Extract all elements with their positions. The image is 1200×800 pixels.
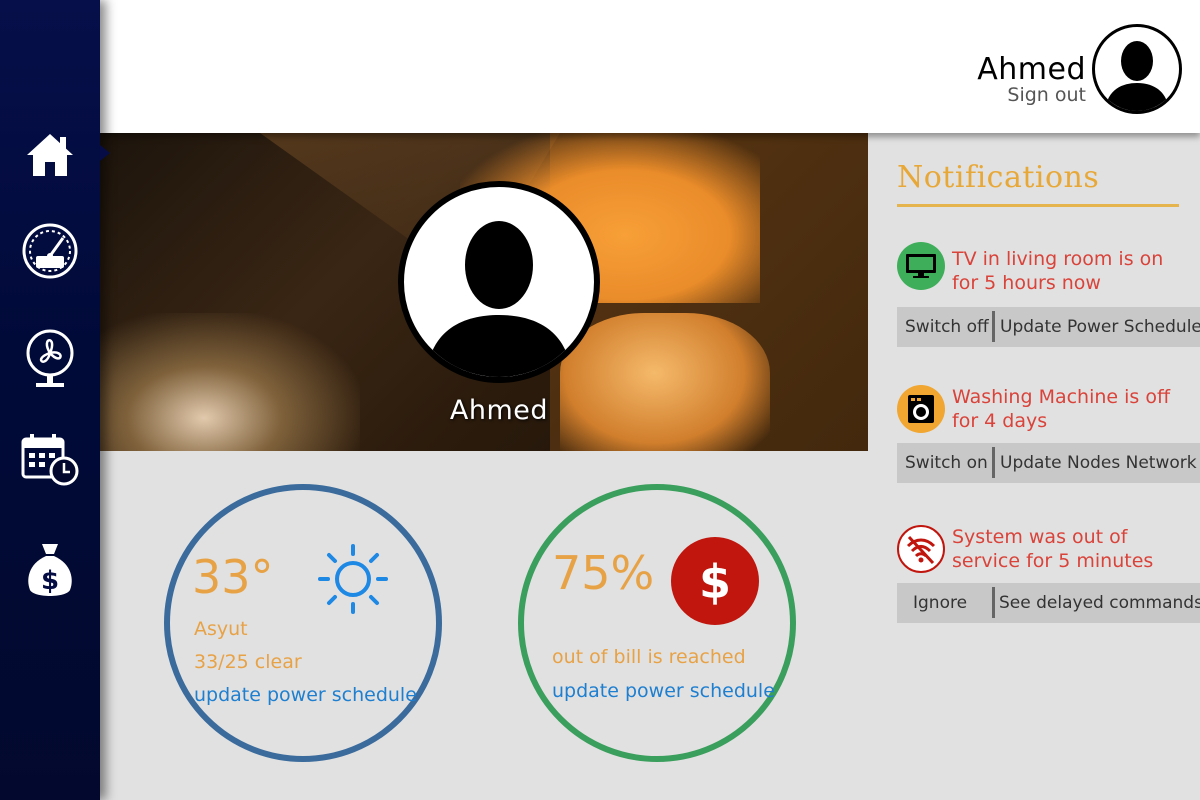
- meter-icon: [22, 223, 78, 279]
- notification-actions: Switch off Update Power Schedule: [897, 307, 1200, 347]
- bill-widget: 75% $ out of bill is reached update powe…: [518, 484, 796, 762]
- weather-update-schedule-link[interactable]: update power schedule: [194, 684, 417, 706]
- notifications-divider: [897, 204, 1179, 207]
- header-user-name: Ahmed: [977, 52, 1086, 87]
- svg-text:$: $: [41, 566, 59, 596]
- svg-text:$: $: [699, 555, 731, 609]
- sidebar: $: [0, 0, 110, 800]
- weather-temperature: 33°: [192, 550, 274, 604]
- fan-icon: [26, 329, 74, 387]
- header-avatar[interactable]: [1092, 24, 1182, 114]
- notification-text: System was out of service for 5 minutes: [952, 526, 1154, 572]
- notification-icon-badge: [897, 242, 945, 290]
- sidebar-item-fan[interactable]: [0, 324, 100, 394]
- user-silhouette-icon: [426, 221, 572, 377]
- top-header: Ahmed Sign out: [100, 0, 1200, 133]
- update-nodes-network-button[interactable]: Update Nodes Network: [1000, 453, 1197, 473]
- tv-icon: [906, 254, 936, 278]
- action-separator: [992, 447, 995, 478]
- action-separator: [992, 311, 995, 342]
- bill-caption: out of bill is reached: [552, 646, 746, 668]
- hero-glow: [100, 313, 360, 451]
- sidebar-item-home[interactable]: [0, 120, 110, 190]
- notification-icon-badge: [897, 385, 945, 433]
- see-delayed-commands-button[interactable]: See delayed commands: [999, 593, 1200, 613]
- home-icon: [27, 134, 73, 176]
- sidebar-item-meter[interactable]: [0, 216, 100, 286]
- switch-on-button[interactable]: Switch on: [905, 453, 988, 473]
- sidebar-item-schedule[interactable]: [0, 424, 100, 494]
- notification-text: Washing Machine is off for 4 days: [952, 386, 1171, 432]
- action-separator: [992, 587, 995, 618]
- sun-icon: [318, 544, 388, 614]
- weather-widget: 33° Asyut 33/25 clear update power sched…: [164, 484, 442, 762]
- sidebar-item-billing[interactable]: $: [0, 535, 100, 605]
- switch-off-button[interactable]: Switch off: [905, 317, 989, 337]
- user-silhouette-icon: [1105, 41, 1169, 111]
- ignore-button[interactable]: Ignore: [913, 593, 967, 613]
- wifi-off-icon: [906, 535, 936, 565]
- washing-machine-icon: [908, 395, 934, 423]
- notification-actions: Ignore See delayed commands: [897, 583, 1200, 623]
- notification-icon-badge: [897, 525, 945, 573]
- weather-summary: 33/25 clear: [194, 651, 302, 673]
- weather-city: Asyut: [194, 618, 248, 640]
- dollar-icon: $: [671, 537, 759, 625]
- bill-percent: 75%: [552, 546, 655, 600]
- notification-actions: Switch on Update Nodes Network: [897, 443, 1200, 483]
- notification-text: TV in living room is on for 5 hours now: [952, 248, 1164, 294]
- hero-banner: Ahmed: [100, 133, 868, 451]
- profile-name: Ahmed: [449, 395, 549, 426]
- profile-avatar[interactable]: [398, 181, 600, 383]
- money-bag-icon: $: [28, 544, 72, 596]
- sign-out-link[interactable]: Sign out: [1007, 84, 1086, 106]
- bill-update-schedule-link[interactable]: update power schedule: [552, 680, 775, 702]
- calendar-clock-icon: [21, 434, 79, 486]
- update-power-schedule-button[interactable]: Update Power Schedule: [1000, 317, 1200, 337]
- notifications-title: Notifications: [897, 160, 1100, 195]
